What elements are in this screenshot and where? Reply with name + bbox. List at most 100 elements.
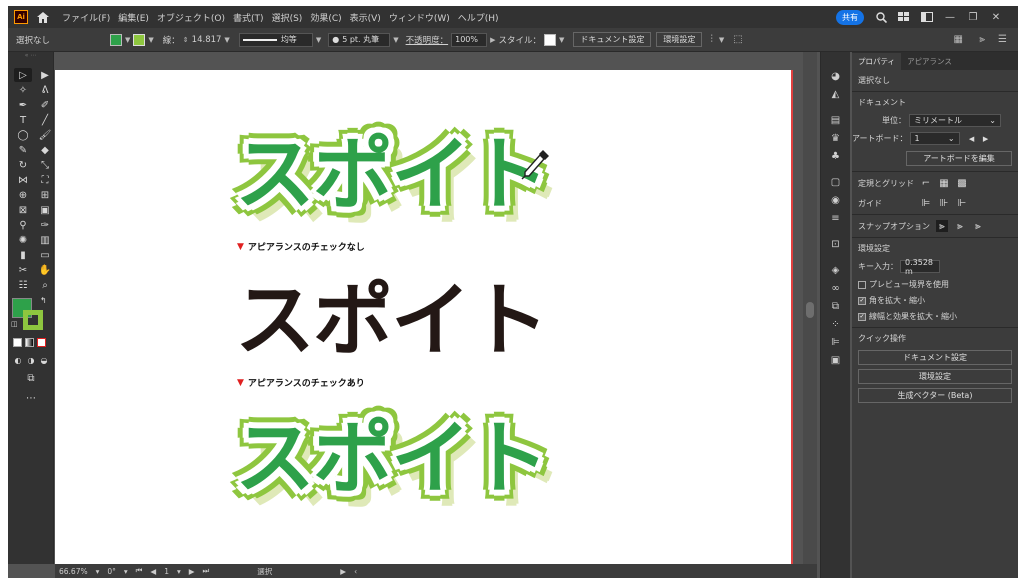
ruler-icon[interactable]: ⌐ — [920, 177, 932, 189]
show-guides-icon[interactable]: ⊫ — [920, 197, 932, 209]
smart-guides-icon[interactable]: ⊩ — [956, 197, 968, 209]
document-settings-button[interactable]: ドキュメント設定 — [573, 32, 652, 47]
image-trace-icon[interactable]: ⊡ — [829, 238, 843, 250]
edit-artboard-button[interactable]: アートボードを編集 — [906, 151, 1012, 166]
swap-icon[interactable]: ↰ — [40, 296, 47, 305]
artboard-number-input[interactable]: 1 — [164, 567, 169, 576]
more-tools-icon[interactable]: ⋯ — [22, 391, 40, 405]
chevron-down-icon[interactable]: ▼ — [148, 36, 153, 44]
share-button[interactable]: 共有 — [836, 9, 864, 25]
direct-selection-tool-icon[interactable]: ▶ — [36, 68, 54, 82]
stroke-color-box[interactable] — [23, 310, 43, 330]
menu-object[interactable]: オブジェクト(O) — [157, 11, 225, 24]
tab-properties[interactable]: プロパティ — [852, 53, 902, 70]
panel-toggle-icon[interactable]: ▦ — [954, 34, 963, 45]
chevron-down-icon[interactable]: ▼ — [719, 36, 724, 44]
key-input-field[interactable]: 0.3528 m — [900, 258, 940, 276]
symbol-sprayer-tool-icon[interactable]: ✺ — [14, 233, 32, 247]
links-icon[interactable]: ∞ — [829, 282, 843, 294]
grid-icon[interactable]: ▦ — [938, 177, 950, 189]
scale-strokes-checkbox[interactable]: ✓ — [858, 312, 866, 321]
eraser-tool-icon[interactable]: ◆ — [36, 143, 54, 157]
graph-tool-icon[interactable]: ▥ — [36, 233, 54, 247]
menu-window[interactable]: ウィンドウ(W) — [389, 11, 450, 24]
zoom-tool-icon[interactable]: ⌕ — [36, 278, 54, 292]
blend-tool-icon[interactable]: ✑ — [36, 218, 54, 232]
stroke-swatch[interactable] — [133, 33, 146, 46]
menu-edit[interactable]: 編集(E) — [118, 11, 149, 24]
chevron-down-icon[interactable]: ▾ — [177, 567, 181, 576]
styled-text-top[interactable]: スポイト — [235, 110, 549, 226]
chevron-down-icon[interactable]: ▼ — [559, 36, 564, 44]
gradient-panel-icon[interactable]: ◉ — [829, 194, 843, 206]
draw-behind-icon[interactable]: ◑ — [26, 353, 36, 367]
mesh-tool-icon[interactable]: ⊠ — [14, 203, 32, 217]
preferences-button[interactable]: 環境設定 — [656, 32, 703, 47]
swatches-icon[interactable]: ▤ — [829, 114, 843, 126]
lock-guides-icon[interactable]: ⊪ — [938, 197, 950, 209]
first-artboard-icon[interactable]: ⏮ — [136, 566, 143, 576]
preview-bounds-checkbox[interactable] — [858, 280, 866, 289]
column-graph-tool-icon[interactable]: ▮ — [14, 248, 32, 262]
brush-select[interactable]: ● 5 pt. 丸筆 — [328, 32, 391, 47]
stroke-panel-icon[interactable]: ▢ — [829, 176, 843, 188]
pathfinder-icon[interactable]: ▣ — [829, 354, 843, 366]
chevron-down-icon[interactable]: ▼ — [125, 36, 130, 44]
chevron-down-icon[interactable]: ▾ — [96, 567, 100, 576]
preview-bounds-row[interactable]: プレビュー境界を使用 — [852, 279, 1018, 290]
draw-inside-icon[interactable]: ◒ — [39, 353, 49, 367]
lasso-tool-icon[interactable]: ᕕ — [36, 83, 54, 97]
eyedropper-tool-icon[interactable]: ⚲ — [14, 218, 32, 232]
gradient-tool-icon[interactable]: ▣ — [36, 203, 54, 217]
ellipse-tool-icon[interactable]: ◯ — [14, 128, 32, 142]
menu-file[interactable]: ファイル(F) — [62, 11, 110, 24]
menu-effect[interactable]: 効果(C) — [310, 11, 341, 24]
menu-view[interactable]: 表示(V) — [350, 11, 381, 24]
fill-stroke-widget[interactable]: ↰ ◫ — [11, 296, 52, 332]
last-artboard-icon[interactable]: ⏭ — [203, 566, 210, 576]
curvature-tool-icon[interactable]: ✐ — [36, 98, 54, 112]
selection-tool-icon[interactable]: ▷ — [14, 68, 32, 82]
paintbrush-tool-icon[interactable]: 🖌 — [36, 128, 54, 142]
slice-tool-icon[interactable]: ✂ — [14, 263, 32, 277]
stroke-weight-input[interactable]: 14.817 — [192, 35, 222, 45]
chevron-down-icon[interactable]: ▼ — [224, 36, 229, 44]
scrollbar-thumb[interactable] — [806, 302, 814, 318]
unit-select[interactable]: ミリメートル ⌄ — [909, 114, 1001, 127]
free-transform-tool-icon[interactable]: ⛶ — [36, 173, 54, 187]
type-tool-icon[interactable]: T — [14, 113, 32, 127]
magic-wand-tool-icon[interactable]: ✧ — [14, 83, 32, 97]
artboard[interactable]: スポイト ▼ アピアランスのチェックなし スポイト ▼ アピアランスのチェックあ… — [55, 70, 792, 564]
hand-tool-icon[interactable]: ✋ — [36, 263, 54, 277]
tab-appearance[interactable]: アピアランス — [901, 53, 958, 70]
qa-document-settings-button[interactable]: ドキュメント設定 — [858, 350, 1012, 365]
rotation-input[interactable]: 0° — [107, 567, 116, 576]
default-colors-icon[interactable]: ◫ — [11, 320, 18, 328]
shape-builder-tool-icon[interactable]: ⊕ — [14, 188, 32, 202]
plain-text[interactable]: スポイト — [235, 256, 549, 372]
prev-icon[interactable]: ◀ — [966, 133, 978, 145]
zoom-input[interactable]: 66.67% — [59, 567, 88, 576]
workspace-icon[interactable] — [920, 10, 934, 24]
draw-normal-icon[interactable]: ◐ — [13, 353, 23, 367]
qa-generative-vector-button[interactable]: 生成ベクター (Beta) — [858, 388, 1012, 403]
transparency-grid-icon[interactable]: ▩ — [956, 177, 968, 189]
perspective-grid-tool-icon[interactable]: ⊞ — [36, 188, 54, 202]
scale-corners-checkbox[interactable]: ✓ — [858, 296, 866, 305]
color-mode-icon[interactable] — [13, 338, 22, 347]
brushes-icon[interactable]: ♛ — [829, 132, 843, 144]
gradient-mode-icon[interactable] — [25, 338, 34, 347]
close-icon[interactable]: ✕ — [989, 10, 1003, 24]
print-tiling-tool-icon[interactable]: ☷ — [14, 278, 32, 292]
minimize-icon[interactable]: — — [943, 10, 957, 24]
rotate-tool-icon[interactable]: ↻ — [14, 158, 32, 172]
snap-point-icon[interactable]: ⫸ — [936, 220, 948, 232]
prev-artboard-icon[interactable]: ◀ — [150, 567, 156, 576]
scale-tool-icon[interactable]: ⤡ — [36, 158, 54, 172]
home-icon[interactable] — [36, 10, 50, 24]
screen-mode-icon[interactable]: ⧉ — [22, 371, 40, 385]
stepper-icon[interactable]: ⇕ — [183, 36, 189, 44]
canvas-area[interactable]: スポイト ▼ アピアランスのチェックなし スポイト ▼ アピアランスのチェックあ… — [55, 52, 817, 564]
artboard-select[interactable]: 1 ⌄ — [909, 132, 960, 145]
pen-tool-icon[interactable]: ✒ — [14, 98, 32, 112]
